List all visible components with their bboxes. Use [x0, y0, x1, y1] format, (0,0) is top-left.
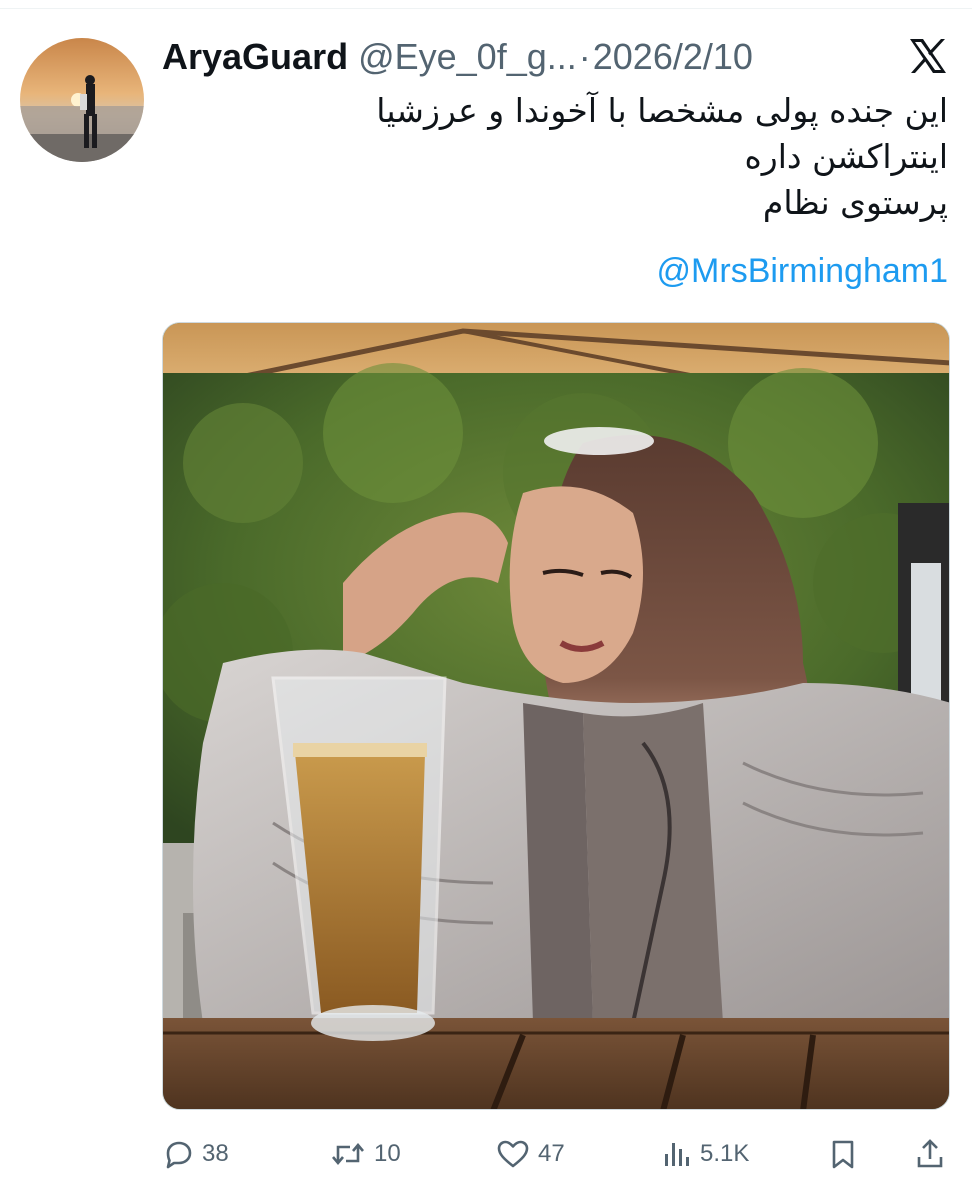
- x-logo-icon: [908, 38, 948, 74]
- share-icon: [914, 1138, 946, 1170]
- retweet-icon: [330, 1138, 366, 1170]
- share-button[interactable]: [914, 1138, 946, 1170]
- tweet-text-line: پرستوی نظام: [762, 183, 948, 222]
- mention-link[interactable]: @MrsBirmingham1: [657, 252, 948, 291]
- top-divider: [0, 8, 972, 9]
- tweet-photo[interactable]: [162, 322, 950, 1110]
- bookmark-icon: [828, 1138, 858, 1170]
- reply-count: 38: [202, 1140, 229, 1167]
- reply-icon: [162, 1138, 194, 1170]
- separator-dot: ·: [578, 36, 591, 77]
- tweet-date[interactable]: 2026/2/10: [593, 36, 753, 78]
- display-name[interactable]: AryaGuard: [162, 36, 348, 78]
- views-icon: [662, 1138, 692, 1170]
- views-button[interactable]: 5.1K: [662, 1138, 749, 1170]
- user-handle[interactable]: @Eye_0f_g...: [358, 36, 577, 78]
- tweet-header: AryaGuard @Eye_0f_g... · 2026/2/10: [162, 34, 753, 80]
- like-count: 47: [538, 1140, 565, 1167]
- tweet-text-line: این جنده پولی مشخصا با آخوندا و عرزشیا: [376, 91, 948, 130]
- views-count: 5.1K: [700, 1140, 750, 1167]
- retweet-count: 10: [374, 1140, 401, 1167]
- avatar[interactable]: [20, 38, 144, 162]
- bookmark-button[interactable]: [828, 1138, 858, 1170]
- retweet-button[interactable]: 10: [330, 1138, 401, 1170]
- tweet-text-line: اینتراکشن داره: [744, 137, 949, 176]
- tweet-text: این جنده پولی مشخصا با آخوندا و عرزشیا ا…: [188, 88, 948, 226]
- heart-icon: [496, 1138, 530, 1170]
- like-button[interactable]: 47: [496, 1138, 565, 1170]
- reply-button[interactable]: 38: [162, 1138, 229, 1170]
- action-bar: 38 10 47 5.1K: [162, 1128, 952, 1180]
